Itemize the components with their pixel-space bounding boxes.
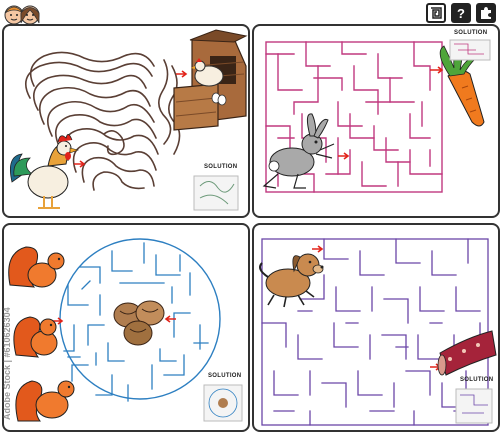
maze-panel-squirrels: SOLUTION — [2, 223, 250, 432]
solution-label: SOLUTION — [204, 164, 238, 170]
goal-arrow-icon — [430, 66, 444, 74]
solution-label: SOLUTION — [454, 30, 488, 36]
squirrel-icon — [15, 380, 75, 422]
maze-panel-dog: SOLUTION — [252, 223, 500, 432]
rooster-icon — [9, 134, 80, 209]
solution-thumbnail[interactable] — [455, 388, 493, 424]
squirrel-maze — [8, 238, 243, 422]
start-arrow-icon — [338, 152, 350, 160]
rabbit-maze — [262, 39, 491, 193]
solution-label: SOLUTION — [208, 373, 242, 379]
start-arrow-icon — [74, 160, 86, 168]
dog-maze — [259, 238, 497, 426]
rabbit-icon — [262, 113, 335, 189]
squirrel-icon — [8, 246, 65, 288]
help-icon[interactable]: ? — [451, 3, 471, 23]
solution-thumbnail[interactable] — [193, 175, 239, 211]
solution-label: SOLUTION — [460, 377, 494, 383]
rooster-maze — [9, 29, 248, 211]
squirrel-icon — [13, 316, 58, 358]
maze-icon[interactable] — [426, 3, 446, 23]
start-arrow-icon — [312, 245, 324, 253]
walnuts-icon — [113, 300, 165, 346]
sausage-icon — [437, 330, 497, 376]
goal-arrow-icon — [176, 70, 188, 78]
maze-panel-rooster: SOLUTION — [2, 24, 250, 218]
maze-panel-rabbit: SOLUTION — [252, 24, 500, 218]
puzzle-icon[interactable] — [476, 3, 496, 23]
watermark: Adobe Stock | #610626304 — [2, 307, 12, 420]
